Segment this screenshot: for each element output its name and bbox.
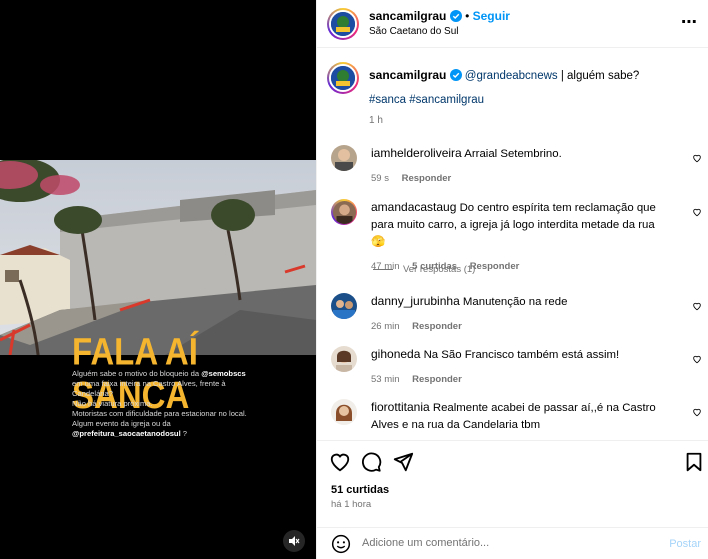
speaker-muted-icon [289,536,300,546]
heart-icon[interactable] [692,207,702,217]
comment-composer: Postar [317,527,708,559]
post-location[interactable]: São Caetano do Sul [369,26,459,37]
commenter-username[interactable]: gihoneda [371,347,420,361]
heart-icon[interactable] [692,354,702,364]
commenter-avatar[interactable] [331,399,357,425]
separator-dot: • [465,9,470,23]
caption-hashtags[interactable]: #sanca #sancamilgrau [369,94,484,106]
comment-time: 59 s [371,173,389,184]
reply-button[interactable]: Responder [470,261,520,272]
post-comment-button[interactable]: Postar [669,538,701,550]
media-overlay-text: Alguém sabe o motivo do bloqueio da @sem… [72,369,247,438]
heart-icon[interactable] [692,407,702,417]
commenter-username[interactable]: amandacastaug [371,200,456,214]
caption-time: 1 h [369,115,383,126]
share-paperplane-icon[interactable] [392,451,414,473]
save-bookmark-icon[interactable] [683,451,705,473]
reply-button[interactable]: Responder [412,374,462,385]
more-options-button[interactable]: ⋯ [681,12,697,32]
follow-button[interactable]: Seguir [473,9,510,23]
reply-button[interactable]: Responder [402,173,452,184]
emoji-icon[interactable] [331,534,351,554]
post-header: sancamilgrau • Seguir São Caetano do Sul… [317,0,708,48]
commenter-username[interactable]: iamhelderoliveira [371,146,462,160]
comment-time: 26 min [371,321,400,332]
author-username[interactable]: sancamilgrau [369,9,446,23]
commenter-username[interactable]: fiorottitania [371,400,430,414]
commenter-avatar[interactable] [331,346,357,372]
comment-text: Arraial Setembrino. [464,148,562,160]
verified-badge-icon [449,10,462,22]
post-side-panel: sancamilgrau • Seguir São Caetano do Sul… [316,0,708,559]
comment-input[interactable] [362,537,642,549]
like-heart-icon[interactable] [329,451,351,473]
caption-username[interactable]: sancamilgrau [369,68,446,82]
caption: sancamilgrau @grandeabcnews | alguém sab… [369,67,699,85]
comment-text: Manutenção na rede [462,296,568,308]
comment-bubble-icon[interactable] [360,451,382,473]
post-time: há 1 hora [331,499,372,510]
replies-divider [373,268,393,270]
commenter-avatar[interactable] [331,145,357,171]
caption-text: | alguém sabe? [557,70,640,82]
verified-badge-icon [449,69,462,81]
caption-author-avatar[interactable] [327,62,359,94]
caption-mention[interactable]: @grandeabcnews [465,70,558,82]
likes-count[interactable]: 51 curtidas [331,484,389,496]
commenter-avatar[interactable] [331,293,357,319]
commenter-avatar[interactable] [331,199,357,225]
post-media[interactable]: FALA AÍ SANCA Alguém sabe o motivo do bl… [0,0,316,559]
mute-button[interactable] [283,530,305,552]
author-avatar[interactable] [327,8,359,40]
comment-time: 53 min [371,374,400,385]
comment-text: Na São Francisco também está assim! [423,349,620,361]
heart-icon[interactable] [692,301,702,311]
view-replies-button[interactable]: Ver respostas (1) [373,264,475,275]
heart-icon[interactable] [692,153,702,163]
reply-button[interactable]: Responder [412,321,462,332]
commenter-username[interactable]: danny_jurubinha [371,294,460,308]
